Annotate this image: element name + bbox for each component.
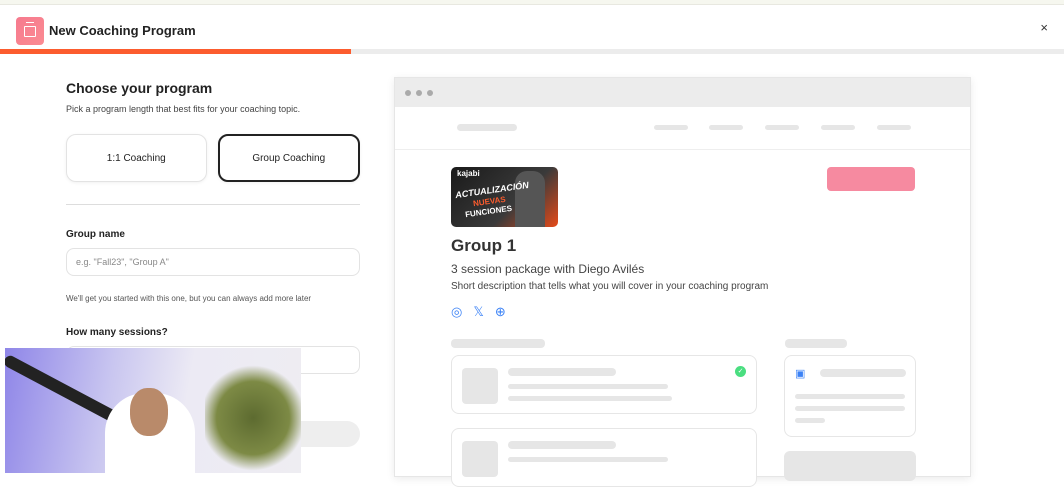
preview-cta-button	[827, 167, 915, 191]
program-form: Choose your program Pick a program lengt…	[66, 78, 360, 374]
progress-bar	[0, 49, 1064, 54]
plant	[205, 363, 301, 473]
preview-subtitle: 3 session package with Diego Avilés	[451, 262, 645, 276]
preview-description: Short description that tells what you wi…	[451, 281, 769, 292]
thumb-brand: kajabi	[457, 169, 480, 178]
instagram-icon: ◎	[451, 304, 463, 319]
header: New Coaching Program ×	[0, 5, 1064, 49]
option-group-coaching[interactable]: Group Coaching	[217, 134, 360, 182]
calendar-icon: ▣	[795, 368, 806, 380]
option-1-1-coaching[interactable]: 1:1 Coaching	[66, 134, 207, 182]
divider	[66, 204, 360, 205]
form-heading: Choose your program	[66, 80, 213, 96]
group-name-label: Group name	[66, 229, 125, 240]
sessions-label: How many sessions?	[66, 327, 168, 338]
presenter-head	[130, 388, 168, 436]
x-icon: 𝕏	[473, 304, 484, 319]
check-icon: ✓	[735, 366, 746, 377]
preview-nav	[395, 107, 970, 150]
globe-icon: ⊕	[494, 304, 506, 319]
session-card: ✓	[451, 355, 757, 414]
form-subheading: Pick a program length that best fits for…	[66, 104, 301, 114]
calendar-card: ▣	[784, 355, 916, 437]
program-thumbnail: kajabi ACTUALIZACIÓN NUEVAS FUNCIONES	[451, 167, 558, 227]
close-icon[interactable]: ×	[1040, 20, 1048, 35]
program-preview: kajabi ACTUALIZACIÓN NUEVAS FUNCIONES Gr…	[394, 77, 971, 487]
page-title: New Coaching Program	[49, 23, 196, 38]
microphone-arm	[5, 353, 123, 426]
session-card	[451, 428, 757, 487]
group-name-input[interactable]: e.g. "Fall23", "Group A"	[66, 248, 360, 276]
thumb-line3: FUNCIONES	[464, 203, 513, 220]
webcam-overlay	[5, 348, 301, 473]
preview-title: Group 1	[451, 236, 517, 255]
coaching-logo-icon	[16, 17, 44, 45]
group-name-help: We'll get you started with this one, but…	[66, 294, 312, 303]
progress-fill	[0, 49, 352, 54]
browser-bar	[395, 78, 970, 107]
